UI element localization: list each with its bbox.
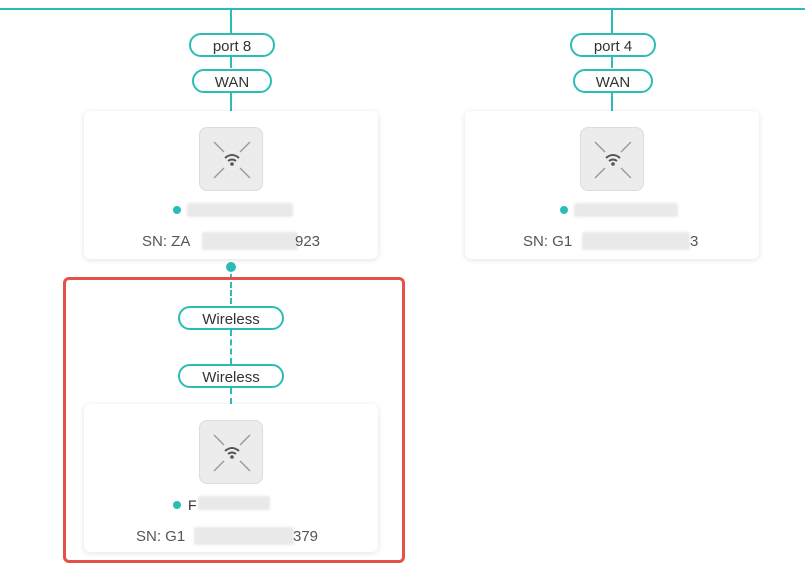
trunk-line	[0, 8, 805, 10]
device-name-redacted	[198, 496, 270, 510]
device-card-mesh[interactable]: F SN: G1 379	[84, 404, 378, 552]
wireless-label-top: Wireless	[178, 306, 284, 330]
access-point-icon	[199, 420, 263, 484]
serial-redacted	[202, 232, 298, 250]
device-name-redacted	[574, 203, 678, 217]
serial-suffix: 379	[293, 528, 319, 545]
left-card-line	[230, 93, 232, 111]
wan-label-left: WAN	[192, 69, 272, 93]
device-card-right[interactable]: SN: G1 3	[465, 111, 759, 259]
status-online-icon	[560, 206, 568, 214]
left-connector-line	[230, 57, 232, 68]
status-online-icon	[173, 501, 181, 509]
mesh-link-line-3	[230, 388, 232, 404]
wireless-label-bottom: Wireless	[178, 364, 284, 388]
serial-suffix: 3	[690, 233, 699, 250]
right-card-line	[611, 93, 613, 111]
port-label-left: port 8	[189, 33, 275, 57]
serial-prefix: SN: ZA	[142, 233, 191, 250]
serial-prefix: SN: G1	[523, 233, 573, 250]
right-connector-line	[611, 57, 613, 68]
mesh-node-dot	[226, 262, 236, 272]
device-card-left[interactable]: SN: ZA 923	[84, 111, 378, 259]
serial-prefix: SN: G1	[136, 528, 186, 545]
serial-redacted	[194, 527, 294, 545]
device-name-prefix: F	[188, 497, 197, 513]
port-label-right: port 4	[570, 33, 656, 57]
wan-label-right: WAN	[573, 69, 653, 93]
status-online-icon	[173, 206, 181, 214]
serial-suffix: 923	[295, 233, 321, 250]
left-uplink-line	[230, 8, 232, 33]
access-point-icon	[199, 127, 263, 191]
device-name-redacted	[187, 203, 293, 217]
mesh-link-line-2	[230, 330, 232, 364]
serial-redacted	[582, 232, 690, 250]
access-point-icon	[580, 127, 644, 191]
right-uplink-line	[611, 8, 613, 33]
